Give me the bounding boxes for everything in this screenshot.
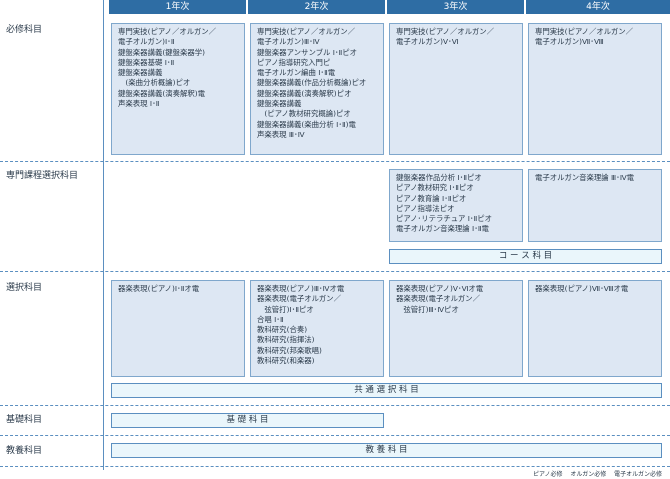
- year-header-4: 4年次: [526, 0, 670, 14]
- row-label-liberal-arts: 教養科目: [6, 446, 43, 456]
- year-header-1: 1年次: [109, 0, 246, 14]
- row-divider: [0, 405, 670, 406]
- year-header-2: 2年次: [248, 0, 385, 14]
- row-divider: [0, 435, 670, 436]
- legend-electone-required: 電子オルガン必修: [614, 471, 662, 478]
- specialized-year4-box: 電子オルガン音楽理論 Ⅲ･Ⅳ電: [528, 169, 662, 242]
- elective-year1-box: 器楽表現(ピアノ)Ⅰ･Ⅱオ電: [111, 280, 245, 377]
- required-year4-box: 専門実技(ピアノ／オルガン／ 電子オルガン)Ⅶ･Ⅷ: [528, 23, 662, 155]
- row-divider: [0, 161, 670, 162]
- liberal-arts-band: 教 養 科 目: [111, 443, 662, 458]
- legend-piano-required: ピアノ必修: [533, 471, 563, 478]
- common-elective-band: 共 通 選 択 科 目: [111, 383, 662, 398]
- legend: ピアノ必修 オルガン必修 電子オルガン必修: [527, 469, 662, 478]
- required-year3-box: 専門実技(ピアノ／オルガン／ 電子オルガン)Ⅴ･Ⅵ: [389, 23, 523, 155]
- row-label-foundation: 基礎科目: [6, 415, 43, 425]
- year-header-3: 3年次: [387, 0, 524, 14]
- row-divider: [0, 271, 670, 272]
- legend-organ-required: オルガン必修: [570, 471, 607, 478]
- foundation-band: 基 礎 科 目: [111, 413, 384, 428]
- row-label-specialized-elective: 専門課程選択科目: [6, 171, 79, 181]
- elective-year3-box: 器楽表現(ピアノ)Ⅴ･Ⅵオ電 器楽表現(電子オルガン／ 弦管打)Ⅲ･Ⅳピオ: [389, 280, 523, 377]
- course-subjects-band: コ ー ス 科 目: [389, 249, 662, 264]
- elective-year2-box: 器楽表現(ピアノ)Ⅲ･Ⅳオ電 器楽表現(電子オルガン／ 弦管打)Ⅰ･Ⅱピオ 合唱…: [250, 280, 384, 377]
- row-label-elective: 選択科目: [6, 283, 43, 293]
- row-divider: [0, 466, 670, 467]
- label-column-divider: [103, 0, 104, 470]
- required-year2-box: 専門実技(ピアノ／オルガン／ 電子オルガン)Ⅲ･Ⅳ 鍵盤楽器アンサンブル Ⅰ･Ⅱ…: [250, 23, 384, 155]
- required-year1-box: 専門実技(ピアノ／オルガン／ 電子オルガン)Ⅰ･Ⅱ 鍵盤楽器講義(鍵盤楽器学) …: [111, 23, 245, 155]
- elective-year4-box: 器楽表現(ピアノ)Ⅶ･Ⅷオ電: [528, 280, 662, 377]
- row-label-required: 必修科目: [6, 25, 43, 35]
- specialized-year3-box: 鍵盤楽器作品分析 Ⅰ･Ⅱピオ ピアノ教材研究 Ⅰ･Ⅱピオ ピアノ教育論 Ⅰ･Ⅱピ…: [389, 169, 523, 242]
